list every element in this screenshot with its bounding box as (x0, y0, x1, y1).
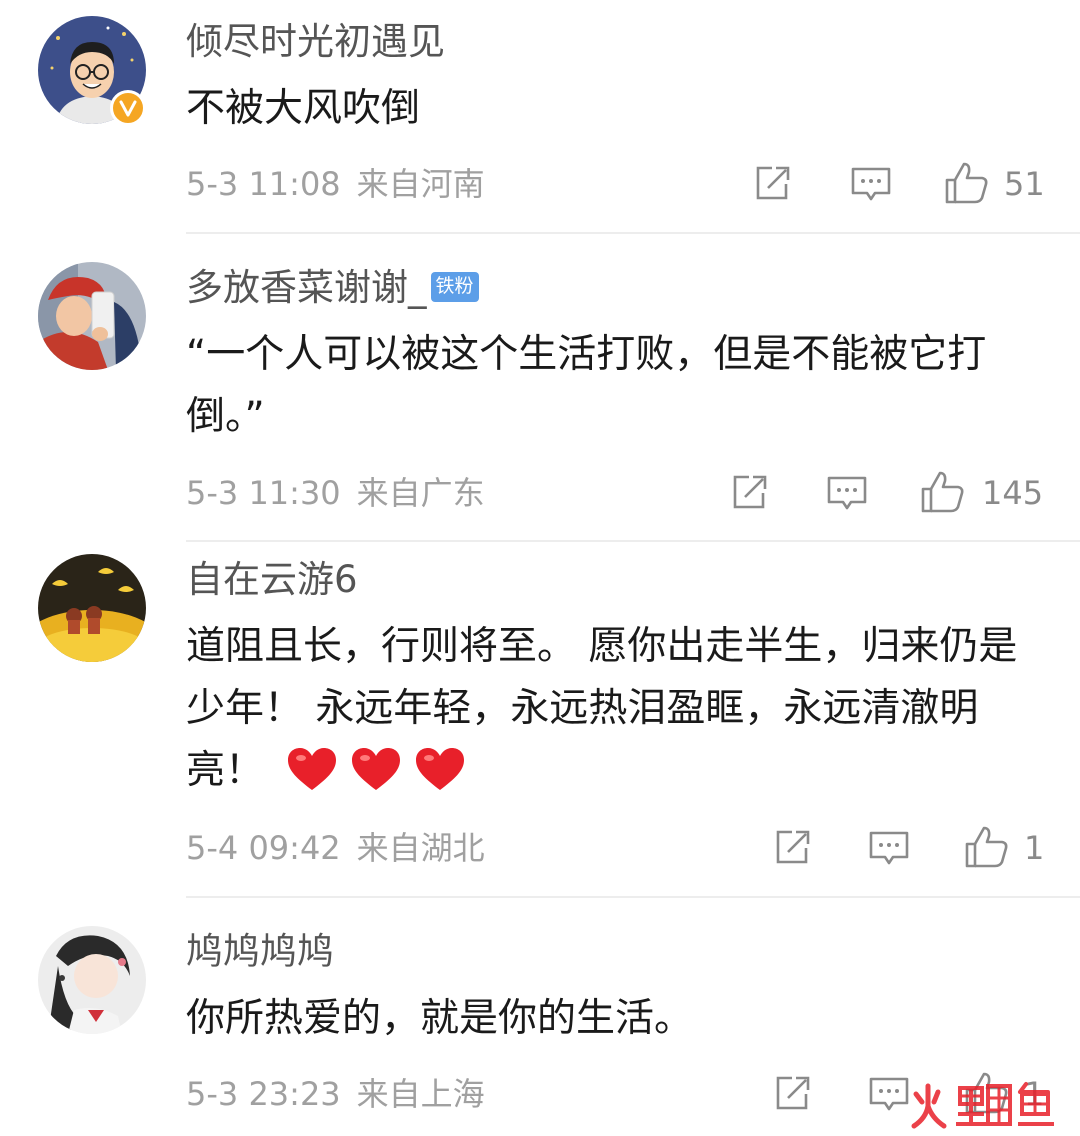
divider (186, 540, 1080, 542)
comment-time: 5-3 11:30 (186, 474, 341, 512)
divider (186, 232, 1080, 234)
comment-text: 道阻且长，行则将至。 愿你出走半生，归来仍是少年！ 永远年轻，永远热泪盈眶，永远… (186, 616, 1046, 802)
username[interactable]: 鸠鸠鸠鸠 (186, 930, 334, 974)
avatar[interactable] (38, 262, 146, 370)
repost-icon[interactable] (752, 164, 792, 204)
comment-location: 来自河南 (356, 165, 485, 203)
repost-icon[interactable] (772, 828, 812, 868)
comment-icon[interactable] (850, 164, 892, 206)
verified-v-icon (110, 90, 146, 126)
comment-text: 不被大风吹倒 (186, 86, 421, 131)
heart-emoji (414, 747, 478, 793)
thumbs-up-icon[interactable] (920, 469, 966, 515)
thumbs-up-icon[interactable] (964, 824, 1010, 870)
comment-icon[interactable] (826, 473, 868, 515)
username[interactable]: 多放香菜谢谢_ 铁粉 (186, 266, 479, 310)
comment-meta: 5-3 11:30 来自广东 (186, 473, 485, 513)
divider (186, 896, 1080, 898)
comment-meta: 5-4 09:42 来自湖北 (186, 828, 485, 868)
comment-location: 来自上海 (356, 1075, 485, 1113)
avatar[interactable] (38, 554, 146, 662)
like-count: 145 (982, 474, 1044, 512)
repost-icon[interactable] (729, 473, 769, 513)
thumbs-up-icon[interactable] (944, 160, 990, 206)
like-count: 1 (1024, 829, 1045, 867)
username-text: 多放香菜谢谢_ (186, 266, 427, 309)
like-count: 51 (1004, 165, 1045, 203)
comment-location: 来自广东 (356, 474, 485, 512)
comment-time: 5-3 23:23 (186, 1075, 341, 1113)
comment-icon[interactable] (868, 828, 910, 870)
comment-location: 来自湖北 (356, 829, 485, 867)
avatar[interactable] (38, 926, 146, 1034)
repost-icon[interactable] (772, 1074, 812, 1114)
comment-text: 你所热爱的，就是你的生活。 (186, 996, 694, 1041)
username[interactable]: 自在云游6 (186, 558, 358, 602)
comment-text: “一个人可以被这个生活打败，但是不能被它打倒。” (186, 332, 987, 439)
heart-emoji (350, 747, 414, 793)
username[interactable]: 倾尽时光初遇见 (186, 20, 445, 64)
comment-meta: 5-3 11:08 来自河南 (186, 164, 485, 204)
comment-icon[interactable] (868, 1074, 910, 1116)
comment-time: 5-3 11:08 (186, 165, 341, 203)
watermark-logo (908, 1080, 1068, 1130)
fan-badge: 铁粉 (430, 271, 479, 302)
heart-emoji (264, 747, 350, 793)
comment-meta: 5-3 23:23 来自上海 (186, 1074, 485, 1114)
comment-time: 5-4 09:42 (186, 829, 341, 867)
